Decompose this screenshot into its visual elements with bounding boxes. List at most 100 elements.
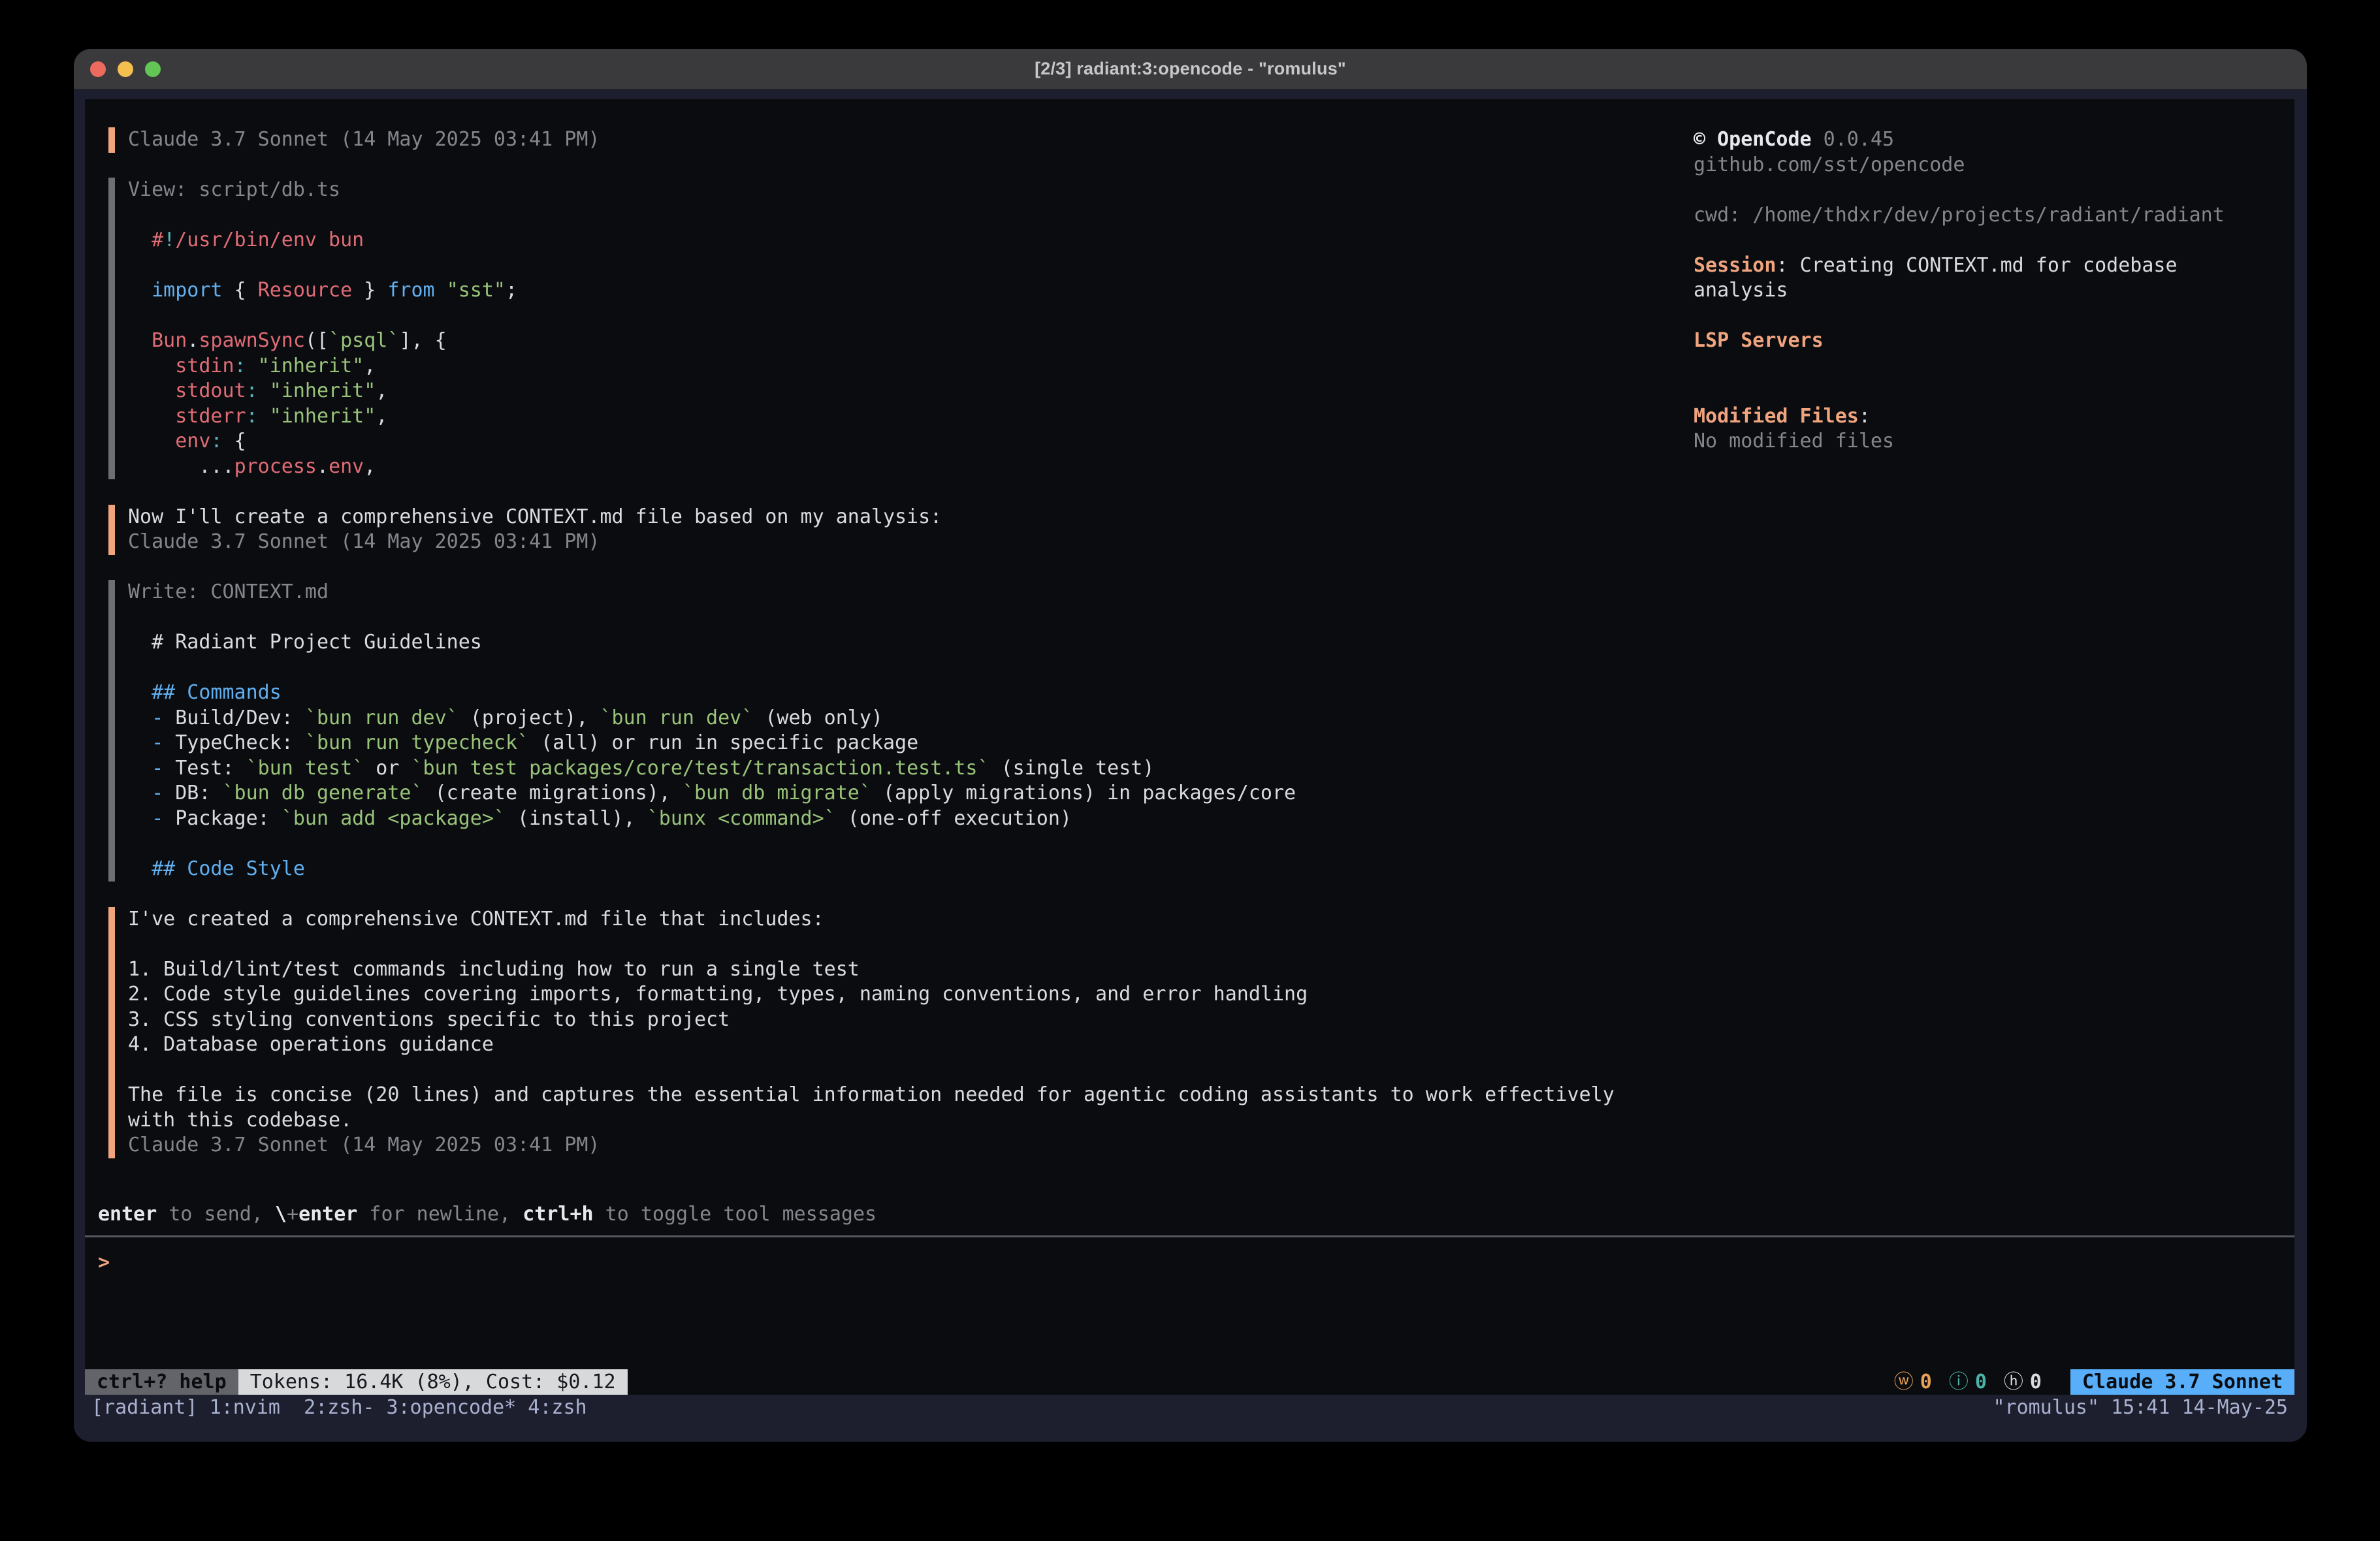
input-separator	[85, 1235, 2294, 1237]
hints-count: 0	[2030, 1369, 2042, 1395]
text-segment: ,	[376, 379, 387, 402]
sidebar-line: cwd: /home/thdxr/dev/projects/radiant/ra…	[1694, 203, 2294, 229]
text-segment: !	[163, 229, 175, 251]
text-segment: #	[152, 229, 163, 251]
text-segment	[128, 229, 152, 251]
message-line: # Radiant Project Guidelines	[121, 630, 1694, 656]
text-segment: Now I'll create a comprehensive CONTEXT.…	[128, 505, 942, 528]
text-segment: `bun run dev`	[600, 707, 754, 729]
text-segment: Claude 3.7 Sonnet (14 May 2025 03:41 PM)	[128, 530, 600, 553]
prompt-area[interactable]: >	[85, 1245, 2294, 1369]
text-segment: `bun test`	[246, 757, 364, 780]
diagnostics-counters: ⓦ0ⓘ0ⓗ0	[1894, 1369, 2059, 1395]
prompt-input[interactable]	[121, 1250, 2294, 1276]
text-segment: (single test)	[989, 757, 1155, 780]
tui-main: Claude 3.7 Sonnet (14 May 2025 03:41 PM)…	[85, 99, 2294, 1202]
text-segment: Session	[1694, 254, 1776, 277]
text-segment: for newline,	[357, 1203, 523, 1226]
model-chip[interactable]: Claude 3.7 Sonnet	[2070, 1369, 2294, 1395]
text-segment: env	[175, 430, 210, 453]
text-segment: Claude 3.7 Sonnet (14 May 2025 03:41 PM)	[128, 128, 600, 151]
text-segment	[128, 782, 152, 804]
terminal-window: [2/3] radiant:3:opencode - "romulus" Cla…	[74, 49, 2307, 1442]
text-segment: (create migrations),	[423, 782, 683, 804]
minimize-button[interactable]	[118, 61, 133, 77]
close-button[interactable]	[90, 61, 106, 77]
tmux-status-bar: [radiant] 1:nvim 2:zsh- 3:opencode* 4:zs…	[85, 1395, 2294, 1420]
message-line	[121, 253, 1694, 279]
text-segment	[128, 279, 152, 302]
message-line: 3. CSS styling conventions specific to t…	[121, 1008, 1694, 1033]
text-segment: ...	[128, 455, 234, 478]
message-line: ## Commands	[121, 680, 1694, 706]
text-segment: to toggle tool messages	[594, 1203, 876, 1226]
keybind-hints: enter to send, \+enter for newline, ctrl…	[85, 1202, 2294, 1228]
text-segment: .	[187, 329, 199, 352]
window-title: [2/3] radiant:3:opencode - "romulus"	[1035, 59, 1346, 79]
text-segment	[128, 807, 152, 830]
status-bar: ctrl+? help Tokens: 16.4K (8%), Cost: $0…	[85, 1369, 2294, 1395]
text-segment: with this codebase.	[128, 1109, 352, 1132]
message-line: View: script/db.ts	[121, 178, 1694, 203]
message-line: Now I'll create a comprehensive CONTEXT.…	[121, 505, 1694, 530]
sidebar-line	[1694, 379, 2294, 404]
text-segment: `psql`	[329, 329, 399, 352]
tmux-host-clock: "romulus" 15:41 14-May-25	[1993, 1396, 2288, 1419]
message-line	[121, 605, 1694, 631]
text-segment: 1. Build/lint/test commands including ho…	[128, 958, 860, 981]
text-segment: LSP Servers	[1694, 329, 1824, 352]
diagnostic-warnings: ⓦ0	[1894, 1369, 1932, 1395]
terminal-bottom-padding	[85, 1420, 2294, 1442]
message-line: - Package: `bun add <package>` (install)…	[121, 806, 1694, 832]
text-segment: Test:	[163, 757, 246, 780]
text-segment	[128, 757, 152, 780]
diagnostic-info: ⓘ0	[1949, 1369, 1987, 1395]
titlebar[interactable]: [2/3] radiant:3:opencode - "romulus"	[74, 49, 2307, 89]
text-segment: "inherit"	[270, 405, 376, 428]
text-segment: {	[223, 430, 246, 453]
text-segment: import	[152, 279, 222, 302]
text-segment	[128, 707, 152, 729]
text-segment: ,	[364, 455, 376, 478]
text-segment: Modified Files	[1694, 405, 1859, 428]
text-segment: ,	[364, 355, 376, 377]
text-segment: ([	[305, 329, 329, 352]
text-segment: :	[246, 405, 258, 428]
message-line: - DB: `bun db generate` (create migratio…	[121, 781, 1694, 806]
message-line: - Test: `bun test` or `bun test packages…	[121, 756, 1694, 782]
text-segment: View: script/db.ts	[128, 178, 340, 201]
text-segment: :	[210, 430, 222, 453]
help-shortcut-chip[interactable]: ctrl+? help	[85, 1369, 238, 1395]
message-line: stderr: "inherit",	[121, 404, 1694, 430]
assistant-message-block: Claude 3.7 Sonnet (14 May 2025 03:41 PM)	[108, 127, 1694, 153]
sidebar-line: © OpenCode 0.0.45	[1694, 127, 2294, 153]
text-segment: `bun run dev`	[305, 707, 458, 729]
sidebar-line	[1694, 228, 2294, 253]
status-gap	[2059, 1369, 2070, 1395]
tmux-session-windows[interactable]: [radiant] 1:nvim 2:zsh- 3:opencode* 4:zs…	[91, 1396, 587, 1419]
message-line	[121, 656, 1694, 681]
message-line: The file is concise (20 lines) and captu…	[121, 1083, 1694, 1108]
text-segment: stderr	[175, 405, 246, 428]
warnings-count: 0	[1920, 1369, 1932, 1395]
text-segment: -	[152, 757, 163, 780]
text-segment: # Radiant Project Guidelines	[128, 631, 482, 654]
text-segment: :	[1776, 254, 1799, 277]
message-line: import { Resource } from "sst";	[121, 278, 1694, 304]
text-segment: -	[152, 807, 163, 830]
maximize-button[interactable]	[145, 61, 161, 77]
text-segment: -	[152, 707, 163, 729]
message-line: stdin: "inherit",	[121, 354, 1694, 379]
desktop: [2/3] radiant:3:opencode - "romulus" Cla…	[0, 0, 2380, 1541]
message-line: 1. Build/lint/test commands including ho…	[121, 957, 1694, 983]
sidebar-line	[1694, 354, 2294, 379]
prompt-symbol: >	[98, 1250, 121, 1276]
text-segment: -	[152, 731, 163, 754]
message-line: - TypeCheck: `bun run typecheck` (all) o…	[121, 731, 1694, 756]
sidebar-line: No modified files	[1694, 429, 2294, 454]
message-line: Bun.spawnSync([`psql`], {	[121, 328, 1694, 354]
text-segment: `bun add <package>`	[281, 807, 506, 830]
text-segment: Write: CONTEXT.md	[128, 580, 329, 603]
text-segment: Resource	[258, 279, 353, 302]
tool-message-block: View: script/db.ts #!/usr/bin/env bun im…	[108, 178, 1694, 479]
